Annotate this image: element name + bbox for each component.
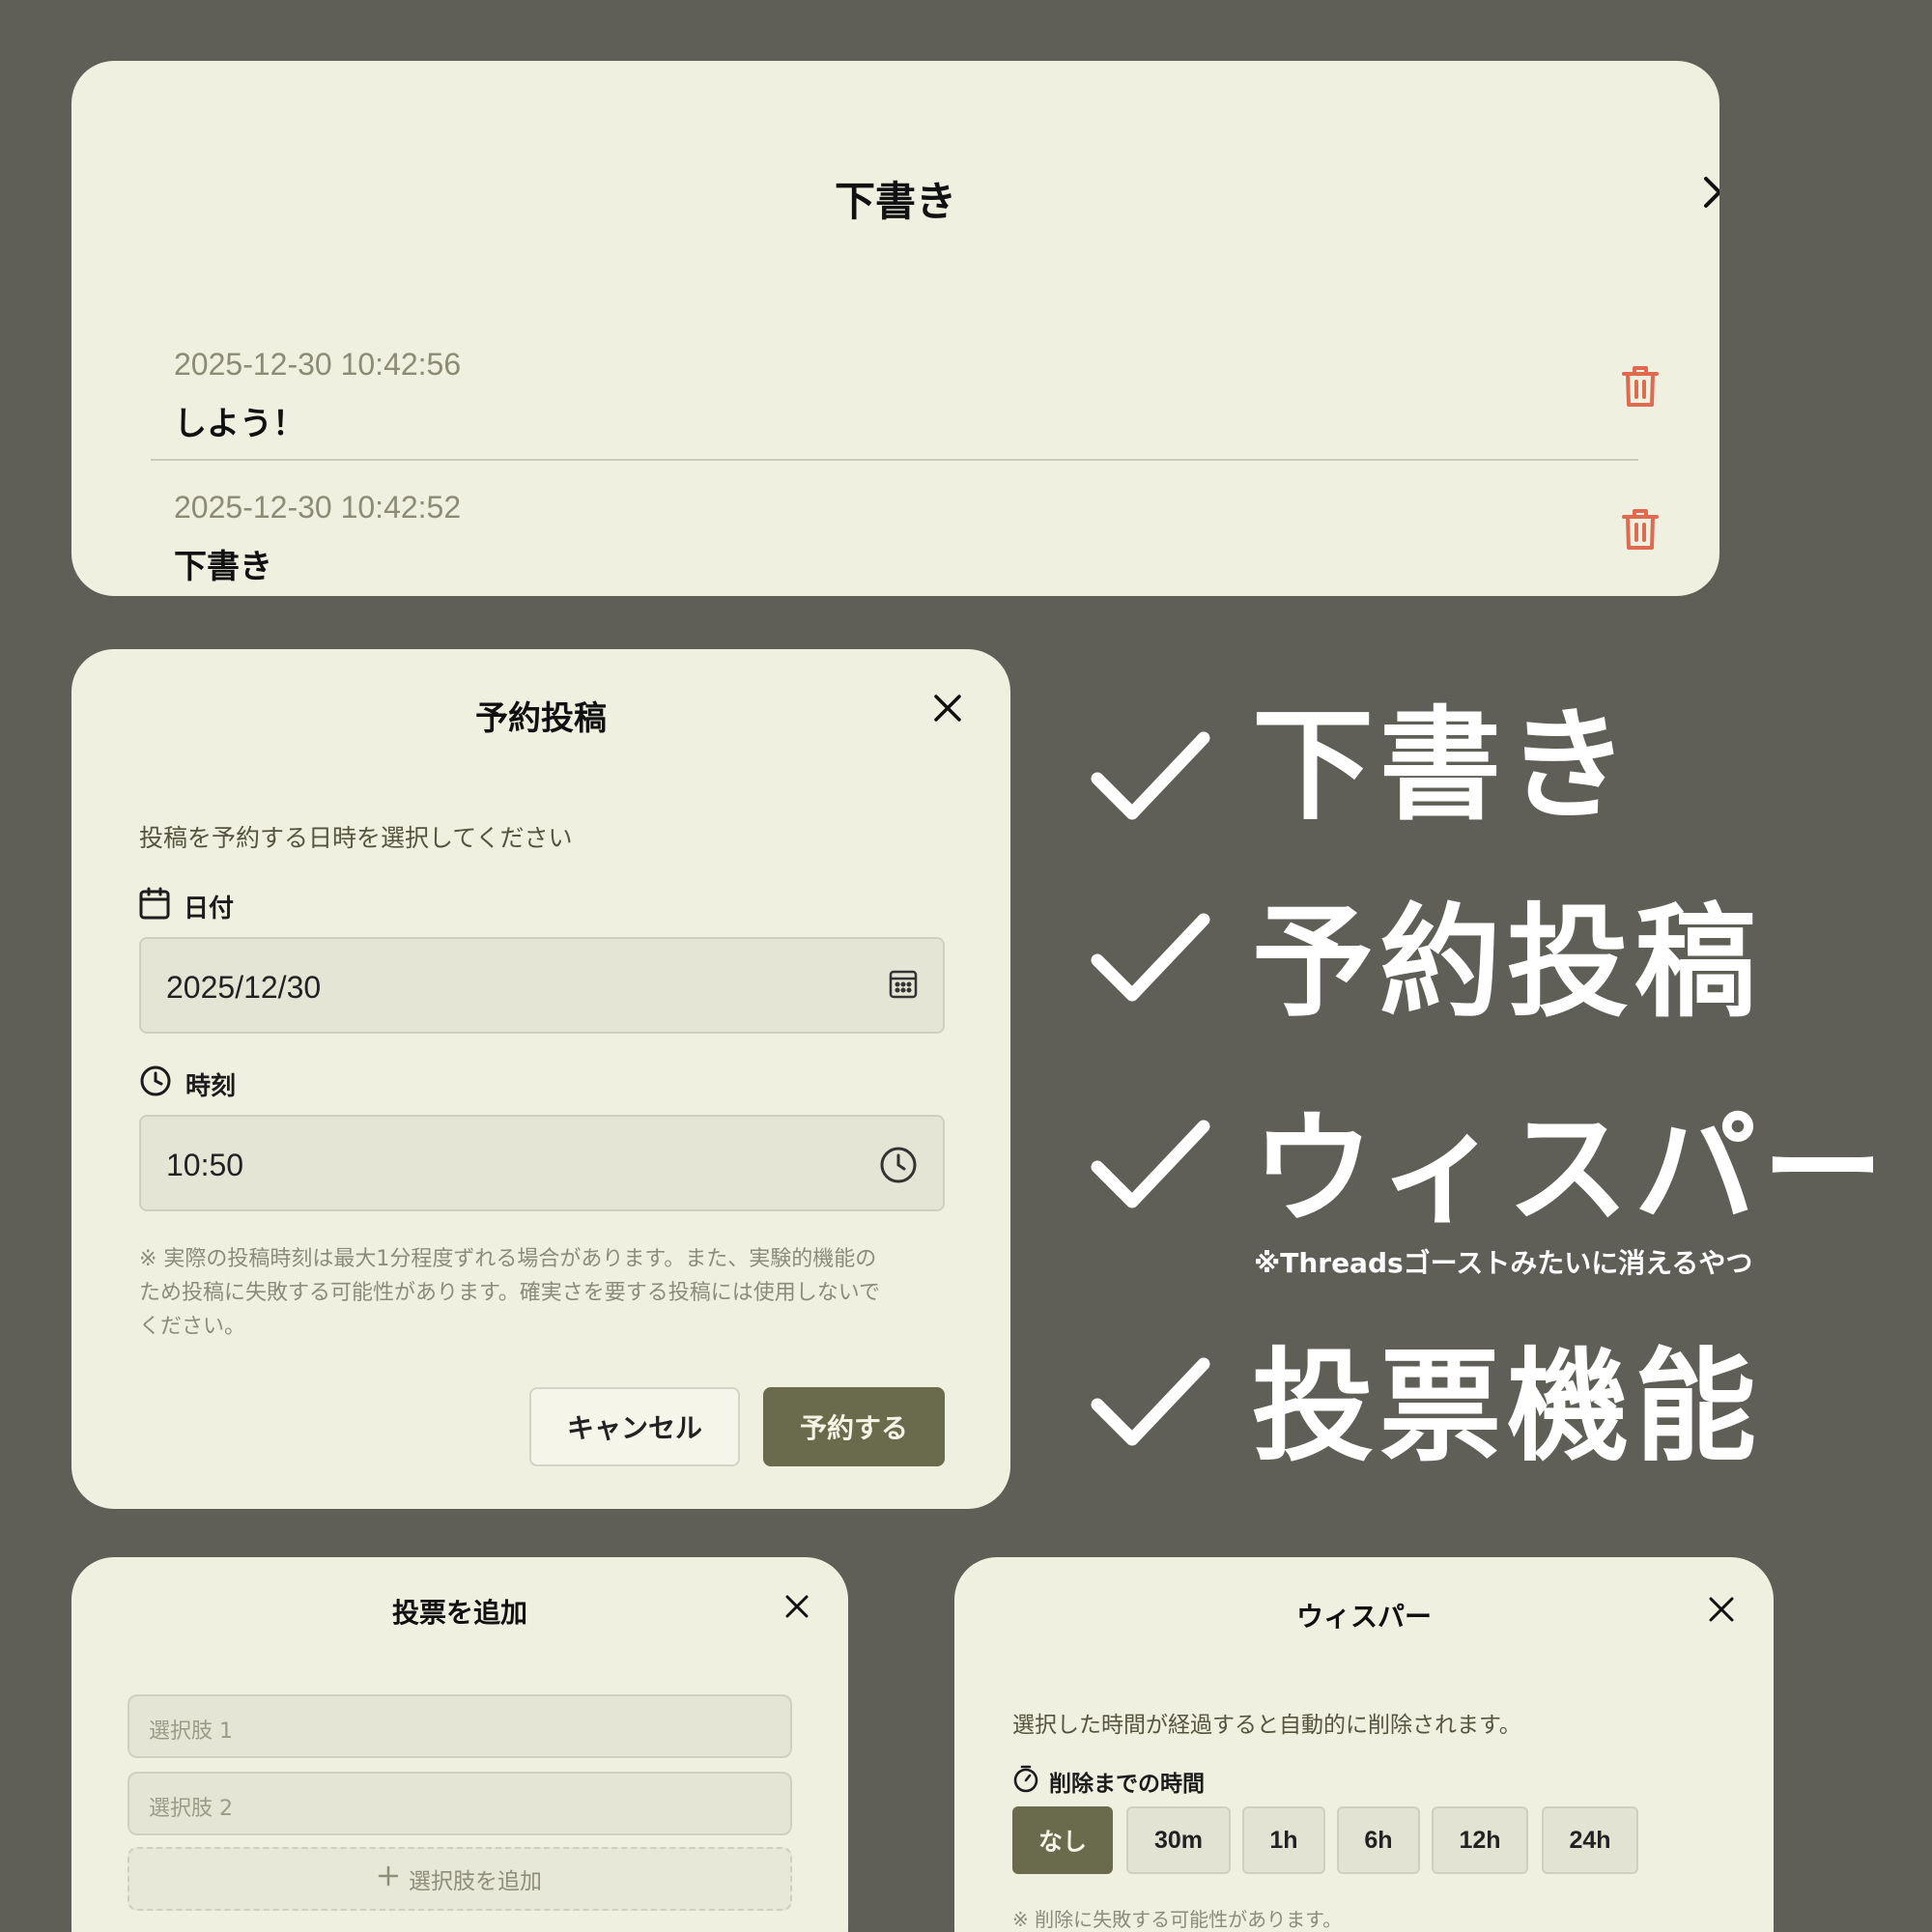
poll-title: 投票を追加 — [391, 1597, 527, 1629]
duration-option-none[interactable]: なし — [1012, 1806, 1113, 1874]
duration-label: 削除までの時間 — [1012, 1764, 1205, 1799]
time-label: 時刻 — [139, 1065, 236, 1104]
time-input[interactable]: 10:50 — [139, 1115, 945, 1211]
close-icon[interactable] — [933, 694, 962, 723]
schedule-dialog: 予約投稿 投稿を予約する日時を選択してください 日付 2025/12/30 時刻 — [71, 649, 1010, 1509]
whisper-note: ※ 削除に失敗する可能性があります。 — [1012, 1908, 1343, 1931]
add-option-button[interactable]: 選択肢を追加 — [128, 1847, 792, 1911]
schedule-description: 投稿を予約する日時を選択してください — [139, 824, 573, 852]
cancel-button[interactable]: キャンセル — [529, 1387, 740, 1466]
schedule-submit-button[interactable]: 予約する — [763, 1387, 945, 1466]
duration-option-6h[interactable]: 6h — [1337, 1806, 1420, 1874]
date-input[interactable]: 2025/12/30 — [139, 937, 945, 1034]
date-value: 2025/12/30 — [166, 970, 322, 1005]
schedule-title: 予約投稿 — [475, 699, 607, 738]
duration-option-30m[interactable]: 30m — [1126, 1806, 1231, 1874]
poll-dialog: 投票を追加 選択肢 1 選択肢 2 選択肢を追加 — [71, 1557, 848, 1932]
feature-whisper: ウィスパー — [1252, 1098, 1889, 1240]
whisper-title: ウィスパー — [1295, 1601, 1432, 1633]
draft-text: 下書き — [174, 548, 272, 586]
clock-icon — [139, 1065, 172, 1104]
calendar-picker-icon[interactable] — [889, 968, 918, 1004]
poll-option-input[interactable]: 選択肢 2 — [128, 1772, 792, 1835]
draft-date: 2025-12-30 10:42:56 — [174, 347, 462, 382]
whisper-dialog: ウィスパー 選択した時間が経過すると自動的に削除されます。 削除までの時間 なし… — [954, 1557, 1774, 1932]
date-label: 日付 — [139, 887, 234, 926]
duration-option-12h[interactable]: 12h — [1432, 1806, 1528, 1874]
trash-icon[interactable] — [1621, 364, 1660, 412]
draft-item[interactable]: 2025-12-30 10:42:56 しよう！ — [151, 318, 1659, 461]
check-icon — [1091, 1357, 1210, 1446]
drafts-dialog: 下書き 2025-12-30 10:42:56 しよう！ 2025-12-30 … — [71, 61, 1719, 596]
close-icon[interactable] — [1708, 1596, 1735, 1623]
clock-picker-icon[interactable] — [879, 1146, 918, 1189]
check-icon — [1091, 731, 1210, 820]
draft-item[interactable]: 2025-12-30 10:42:52 下書き — [151, 461, 1659, 596]
feature-drafts: 下書き — [1252, 695, 1634, 837]
calendar-icon — [139, 887, 170, 926]
time-value: 10:50 — [166, 1148, 244, 1182]
feature-poll: 投票機能 — [1252, 1336, 1762, 1478]
feature-whisper-note: ※Threadsゴーストみたいに消えるやつ — [1254, 1247, 1753, 1279]
draft-date: 2025-12-30 10:42:52 — [174, 490, 462, 525]
stopwatch-icon — [1012, 1764, 1039, 1799]
schedule-note: ※ 実際の投稿時刻は最大1分程度ずれる場合があります。また、実験的機能の ため投… — [139, 1247, 881, 1339]
check-icon — [1091, 913, 1210, 1002]
trash-icon[interactable] — [1621, 507, 1660, 555]
drafts-title: 下書き — [834, 178, 956, 225]
plus-icon — [378, 1865, 399, 1892]
close-icon[interactable] — [784, 1594, 810, 1619]
poll-option-input[interactable]: 選択肢 1 — [128, 1694, 792, 1758]
draft-text: しよう！ — [174, 405, 305, 443]
whisper-description: 選択した時間が経過すると自動的に削除されます。 — [1012, 1713, 1521, 1738]
duration-option-1h[interactable]: 1h — [1242, 1806, 1325, 1874]
feature-schedule: 予約投稿 — [1252, 892, 1762, 1034]
check-icon — [1091, 1120, 1210, 1208]
duration-option-24h[interactable]: 24h — [1542, 1806, 1638, 1874]
close-icon[interactable] — [1702, 175, 1719, 210]
